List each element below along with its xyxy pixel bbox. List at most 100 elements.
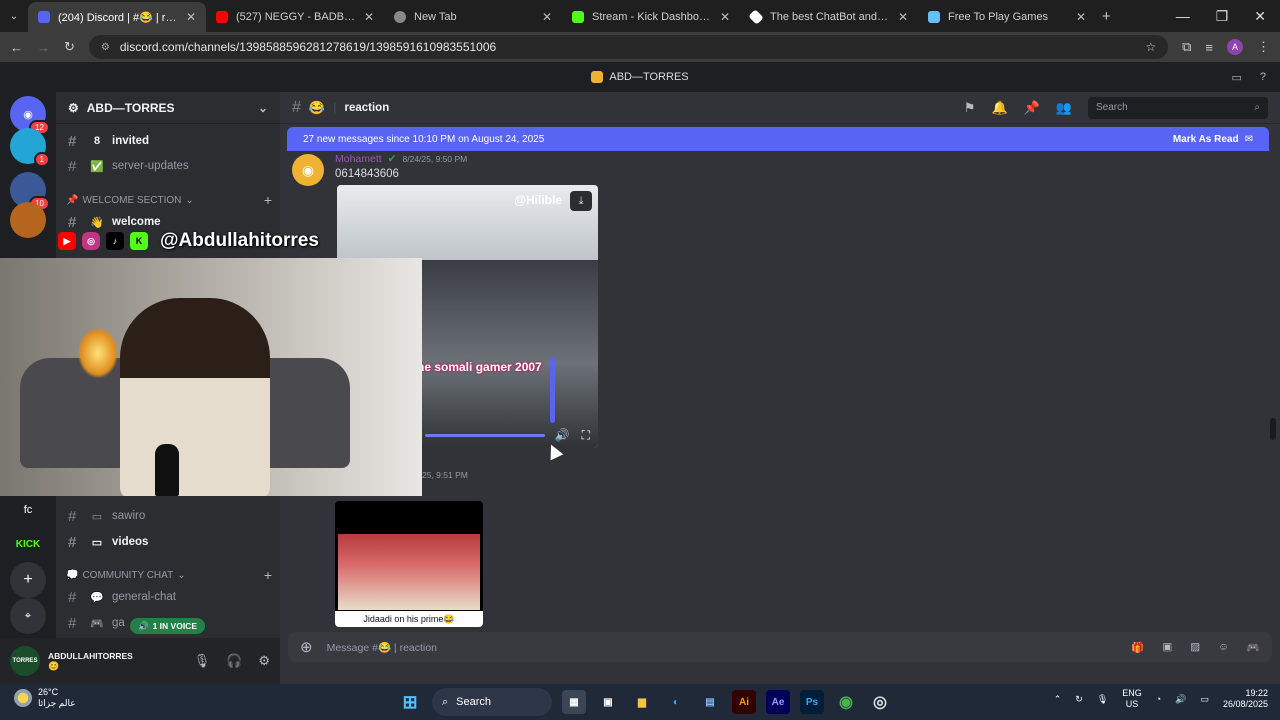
tab-search-icon[interactable]: ⌄ bbox=[0, 11, 28, 22]
edge-icon[interactable]: ◐ bbox=[664, 690, 688, 714]
file-explorer-icon[interactable]: ▆ bbox=[630, 690, 654, 714]
browser-tab[interactable]: Free To Play Games ✕ bbox=[918, 2, 1096, 32]
channel-server-updates[interactable]: # ✅ server-updates bbox=[64, 154, 272, 178]
emoji-icon[interactable]: ☺ bbox=[1218, 641, 1229, 654]
scrollbar-thumb[interactable] bbox=[1270, 418, 1276, 440]
photoshop-icon[interactable]: Ps bbox=[800, 690, 824, 714]
channel-videos[interactable]: # ▭ videos bbox=[64, 530, 272, 554]
site-info-icon[interactable]: ⚙ bbox=[101, 42, 110, 53]
close-tab-icon[interactable]: ✕ bbox=[186, 10, 196, 24]
profile-avatar[interactable]: A bbox=[1227, 39, 1243, 55]
close-tab-icon[interactable]: ✕ bbox=[364, 10, 374, 24]
address-bar[interactable]: ⚙ discord.com/channels/13985885962812786… bbox=[88, 35, 1169, 59]
volume-icon[interactable]: 🔊 bbox=[1175, 694, 1186, 705]
chevron-up-icon[interactable]: ⌃ bbox=[1054, 694, 1062, 705]
close-tab-icon[interactable]: ✕ bbox=[720, 10, 730, 24]
fullscreen-icon[interactable]: ⛶ bbox=[582, 428, 590, 443]
weather-widget[interactable]: 26°C عالم جزائا bbox=[14, 687, 76, 709]
pinned-messages-icon[interactable]: 📌 bbox=[1024, 100, 1040, 116]
headphones-icon[interactable]: 🎧 bbox=[226, 653, 242, 669]
kick-server-button[interactable]: KICK bbox=[10, 526, 46, 562]
member-list-icon[interactable]: 👥 bbox=[1056, 100, 1072, 116]
avatar[interactable]: TORRES bbox=[10, 646, 40, 676]
reload-icon[interactable]: ↻ bbox=[64, 39, 75, 55]
voice-activity-pill[interactable]: 🔊 1 IN VOICE bbox=[130, 618, 205, 634]
maximize-icon[interactable]: ❐ bbox=[1216, 8, 1229, 25]
threads-icon[interactable]: ⚑ bbox=[964, 100, 976, 116]
gif-icon[interactable]: ▣ bbox=[1162, 641, 1172, 654]
gift-icon[interactable]: 🎁 bbox=[1131, 641, 1144, 654]
wifi-icon[interactable]: ◔ bbox=[1156, 694, 1161, 704]
add-attachment-icon[interactable]: ⊕ bbox=[300, 638, 313, 656]
microphone-icon[interactable]: 🎙 bbox=[1097, 694, 1108, 705]
server-icon-button[interactable]: fc bbox=[10, 492, 46, 528]
mark-as-read-button[interactable]: Mark As Read bbox=[1173, 134, 1239, 145]
add-server-button[interactable]: + bbox=[10, 562, 46, 598]
create-channel-icon[interactable]: + bbox=[264, 567, 272, 583]
direct-messages-button[interactable]: ◉ 12 bbox=[10, 96, 50, 135]
volume-slider[interactable] bbox=[550, 357, 555, 423]
chrome-icon[interactable]: ◉ bbox=[834, 690, 858, 714]
channel-sawiro[interactable]: # ▭ sawiro bbox=[64, 504, 272, 528]
message-composer[interactable]: ⊕ Message #😂 | reaction 🎁 ▣ ▨ ☺ 🎮 bbox=[288, 632, 1272, 662]
browser-tab[interactable]: The best ChatBot and Widgets ✕ bbox=[740, 2, 918, 32]
avatar[interactable]: ◉ bbox=[292, 154, 324, 186]
bookmark-star-icon[interactable]: ☆ bbox=[1145, 40, 1156, 54]
clock[interactable]: 19:22 26/08/2025 bbox=[1223, 688, 1268, 710]
channel-general-chat[interactable]: # 💬 general-chat bbox=[64, 585, 272, 609]
speaker-icon: 🔊 bbox=[138, 620, 149, 631]
browser-tab[interactable]: New Tab ✕ bbox=[384, 2, 562, 32]
task-view-icon[interactable]: ▣ bbox=[596, 690, 620, 714]
discover-button[interactable]: ⌖ bbox=[10, 598, 46, 634]
create-channel-icon[interactable]: + bbox=[264, 192, 272, 208]
help-icon[interactable]: ? bbox=[1260, 71, 1266, 84]
activity-icon[interactable]: 🎮 bbox=[1247, 641, 1260, 654]
browser-tab[interactable]: (527) NEGGY - BADBOY OFFICI... ✕ bbox=[206, 2, 384, 32]
after-effects-icon[interactable]: Ae bbox=[766, 690, 790, 714]
video-attachment[interactable]: Jidaadi on his prime😂 bbox=[335, 501, 483, 627]
server-icon-button[interactable] bbox=[10, 202, 46, 238]
extensions-icon[interactable]: ⧉ bbox=[1182, 39, 1191, 55]
close-tab-icon[interactable]: ✕ bbox=[1076, 10, 1086, 24]
store-icon[interactable]: ▤ bbox=[698, 690, 722, 714]
browser-tab[interactable]: (204) Discord | #😂 | reaction ✕ bbox=[28, 2, 206, 32]
sync-icon[interactable]: ↻ bbox=[1075, 694, 1083, 705]
server-header[interactable]: ⚙ ABD—TORRES ⌄ bbox=[56, 92, 280, 124]
widgets-icon[interactable]: ▦ bbox=[562, 690, 586, 714]
forward-icon[interactable]: → bbox=[37, 40, 50, 55]
message-input[interactable]: Message #😂 | reaction bbox=[327, 641, 437, 654]
minimize-icon[interactable]: — bbox=[1176, 8, 1190, 25]
notification-bell-icon[interactable]: 🔔 bbox=[991, 100, 1007, 116]
language-indicator[interactable]: ENG US bbox=[1122, 688, 1142, 710]
close-tab-icon[interactable]: ✕ bbox=[898, 10, 908, 24]
new-messages-bar[interactable]: 27 new messages since 10:10 PM on August… bbox=[287, 127, 1269, 151]
server-icon-button[interactable]: 1 bbox=[10, 128, 50, 167]
download-icon[interactable]: ⤓ bbox=[570, 191, 592, 211]
message-author[interactable]: Mohamett bbox=[335, 153, 382, 165]
browser-menu-icon[interactable]: ⋮ bbox=[1257, 39, 1270, 55]
windows-start-icon[interactable]: ⊞ bbox=[398, 690, 422, 714]
video-progress-bar[interactable] bbox=[425, 434, 545, 437]
close-window-icon[interactable]: ✕ bbox=[1254, 8, 1266, 25]
category-community[interactable]: 💭 COMMUNITY CHAT ⌄ + bbox=[66, 566, 272, 584]
username: ABDULLAHITORRES bbox=[48, 650, 133, 661]
browser-tab[interactable]: Stream - Kick Dashboard ✕ bbox=[562, 2, 740, 32]
media-control-icon[interactable]: ≡ bbox=[1205, 40, 1213, 55]
server-label: KICK bbox=[15, 538, 41, 550]
obs-icon[interactable]: ◎ bbox=[868, 690, 892, 714]
channel-invited[interactable]: # 8 invited bbox=[64, 129, 272, 153]
newtab-favicon-icon bbox=[394, 11, 406, 23]
close-tab-icon[interactable]: ✕ bbox=[542, 10, 552, 24]
category-welcome[interactable]: 📌 WELCOME SECTION ⌄ + bbox=[66, 191, 272, 209]
back-icon[interactable]: ← bbox=[10, 40, 23, 55]
new-tab-icon[interactable]: + bbox=[1102, 8, 1111, 25]
sticker-icon[interactable]: ▨ bbox=[1190, 641, 1200, 654]
user-status: 😊 bbox=[48, 660, 60, 671]
settings-gear-icon[interactable]: ⚙ bbox=[258, 653, 270, 669]
battery-icon[interactable]: ▭ bbox=[1200, 694, 1209, 705]
taskbar-search[interactable]: ⌕ Search bbox=[432, 688, 552, 716]
search-input[interactable]: Search ⌕ bbox=[1088, 96, 1268, 119]
microphone-icon[interactable]: 🎙 bbox=[194, 653, 211, 669]
inbox-icon[interactable]: ▭ bbox=[1231, 71, 1241, 84]
illustrator-icon[interactable]: Ai bbox=[732, 690, 756, 714]
